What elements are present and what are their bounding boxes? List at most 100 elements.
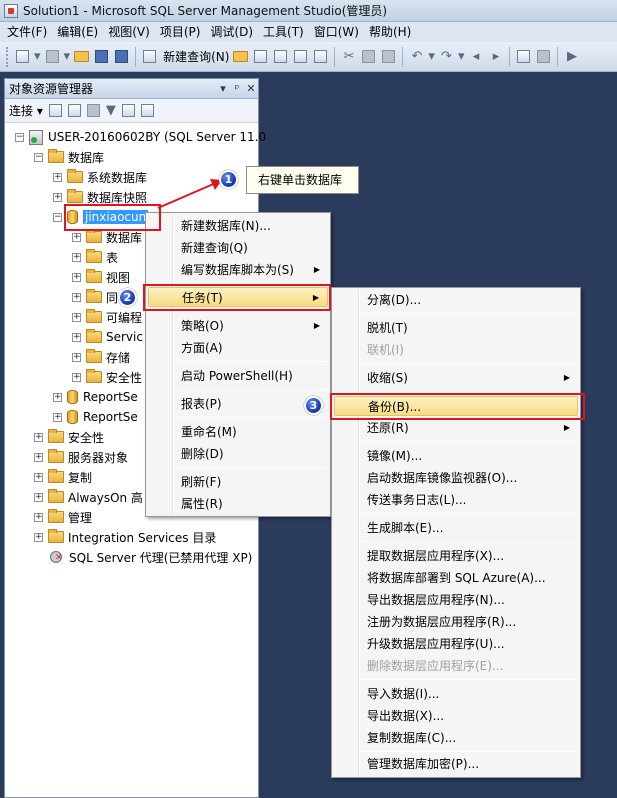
tree-system-databases-node[interactable]: + 系统数据库 [53,167,147,187]
menu-take-offline[interactable]: 脱机(T) [334,318,578,338]
dropdown-arrow-icon[interactable]: ▾ [34,49,41,64]
menu-facets[interactable]: 方面(A) [148,338,328,358]
close-icon[interactable]: ✕ [244,82,258,96]
menu-refresh[interactable]: 刷新(F) [148,472,328,492]
menu-view[interactable]: 视图(V) [103,22,155,42]
expand-icon[interactable]: + [72,312,81,322]
expand-icon[interactable]: + [72,232,81,242]
expand-icon[interactable]: + [72,292,81,302]
menu-window[interactable]: 窗口(W) [309,22,364,42]
menu-mirror-monitor[interactable]: 启动数据库镜像监视器(O)... [334,468,578,488]
toolbar-grip[interactable] [6,46,9,67]
expand-icon[interactable]: + [72,352,81,362]
menu-upgrade-dac[interactable]: 升级数据层应用程序(U)... [334,634,578,654]
tree-agent-node[interactable]: SQL Server 代理(已禁用代理 XP) [48,547,252,567]
new-query-button[interactable] [141,48,158,65]
menu-mirror[interactable]: 镜像(M)... [334,446,578,466]
expand-icon[interactable]: + [72,252,81,262]
undo-button[interactable]: ↶ [408,48,425,65]
new-project-button[interactable] [14,48,31,65]
copy-button[interactable] [360,48,377,65]
expand-icon[interactable]: + [34,492,43,502]
tree-report-db-node[interactable]: + ReportSe [53,387,138,407]
cut-button[interactable]: ✂ [340,48,357,65]
add-item-button[interactable] [44,48,61,65]
menu-generate-scripts[interactable]: 生成脚本(E)... [334,518,578,538]
menu-new-query[interactable]: 新建查询(Q) [148,238,328,258]
pin-icon[interactable]: ᵖ [230,82,244,96]
menu-register-dac[interactable]: 注册为数据层应用程序(R)... [334,612,578,632]
tree-db-child[interactable]: + 同 [72,287,118,307]
open-file-button[interactable] [73,48,90,65]
menu-project[interactable]: 项目(P) [155,22,206,42]
expand-icon[interactable]: + [72,372,81,382]
navigate-back-button[interactable]: ◂ [467,48,484,65]
tree-management-node[interactable]: + 管理 [34,507,92,527]
toolbox-button[interactable] [535,48,552,65]
menu-reports[interactable]: 报表(P)▶ [148,394,328,414]
tree-security-node[interactable]: + 安全性 [34,427,104,447]
menu-delete[interactable]: 删除(D) [148,444,328,464]
sqlce-query-button[interactable] [312,48,329,65]
connect-button[interactable]: 连接 ▾ [9,102,43,119]
tree-server-node[interactable]: − USER-20160602BY (SQL Server 11.0 [15,127,266,147]
expand-icon[interactable]: + [53,412,62,422]
tree-db-child[interactable]: + 存储 [72,347,130,367]
activity-monitor-icon[interactable] [140,104,154,117]
tree-integration-node[interactable]: + Integration Services 目录 [34,527,216,547]
expand-icon[interactable]: + [34,432,43,442]
menu-rename[interactable]: 重命名(M) [148,422,328,442]
expand-icon[interactable]: + [34,532,43,542]
db-engine-query-button[interactable] [232,48,249,65]
filter-icon[interactable]: ▼ [106,103,116,118]
panel-dropdown-icon[interactable]: ▾ [216,82,230,96]
analysis-query-button[interactable] [252,48,269,65]
expand-icon[interactable]: + [53,172,62,182]
tree-db-child[interactable]: + Servic [72,327,143,347]
tree-replication-node[interactable]: + 复制 [34,467,92,487]
execute-button[interactable]: ▶ [563,48,580,65]
refresh-icon[interactable] [121,104,135,117]
expand-icon[interactable]: + [34,472,43,482]
expand-icon[interactable]: + [53,392,62,402]
menu-tools[interactable]: 工具(T) [258,22,309,42]
menu-export-dac[interactable]: 导出数据层应用程序(N)... [334,590,578,610]
menu-properties[interactable]: 属性(R) [148,494,328,514]
tree-alwayson-node[interactable]: + AlwaysOn 高 [34,487,143,507]
menu-shrink[interactable]: 收缩(S) ▶ [334,368,578,388]
expand-icon[interactable]: + [72,272,81,282]
menu-help[interactable]: 帮助(H) [364,22,416,42]
disconnect-icon[interactable] [67,104,81,117]
tree-databases-node[interactable]: − 数据库 [34,147,104,167]
tree-db-child[interactable]: + 表 [72,247,118,267]
menu-restore[interactable]: 还原(R) ▶ [334,418,578,438]
menu-new-database[interactable]: 新建数据库(N)... [148,216,328,236]
menu-log-shipping[interactable]: 传送事务日志(L)... [334,490,578,510]
tree-report-db-node[interactable]: + ReportSe [53,407,138,427]
menu-extract-dac[interactable]: 提取数据层应用程序(X)... [334,546,578,566]
navigate-forward-button[interactable]: ▸ [487,48,504,65]
new-query-label[interactable]: 新建查询(N) [163,48,229,65]
menu-deploy-azure[interactable]: 将数据库部署到 SQL Azure(A)... [334,568,578,588]
collapse-icon[interactable]: − [15,132,24,142]
save-button[interactable] [93,48,110,65]
image-button[interactable] [515,48,532,65]
menu-import-data[interactable]: 导入数据(I)... [334,684,578,704]
expand-icon[interactable]: + [34,452,43,462]
dropdown-arrow-icon[interactable]: ▾ [458,49,465,64]
menu-detach[interactable]: 分离(D)... [334,290,578,310]
paste-button[interactable] [380,48,397,65]
collapse-icon[interactable]: − [53,212,62,222]
menu-script-database-as[interactable]: 编写数据库脚本为(S) ▶ [148,260,328,280]
collapse-icon[interactable]: − [34,152,43,162]
tree-db-child[interactable]: + 视图 [72,267,130,287]
menu-debug[interactable]: 调试(D) [205,22,258,42]
dropdown-arrow-icon[interactable]: ▾ [428,49,435,64]
expand-icon[interactable]: + [72,332,81,342]
save-all-button[interactable] [113,48,130,65]
dmx-query-button[interactable] [272,48,289,65]
menu-export-data[interactable]: 导出数据(X)... [334,706,578,726]
connect-object-icon[interactable] [48,104,62,117]
tree-db-child[interactable]: + 安全性 [72,367,142,387]
expand-icon[interactable]: + [53,192,62,202]
